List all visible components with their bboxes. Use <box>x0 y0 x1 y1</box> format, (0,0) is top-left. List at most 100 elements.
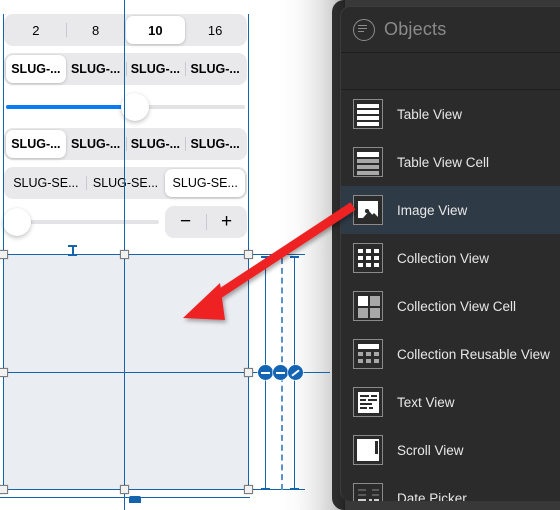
stepper-decrement-button[interactable]: − <box>165 206 206 238</box>
segment-option-2[interactable]: SLUG-... <box>125 55 186 83</box>
constraint-cap-top-outer <box>290 256 299 258</box>
selection-handle-middle-right[interactable] <box>244 368 253 377</box>
segment-option-2[interactable]: SLUG-... <box>125 130 186 158</box>
slider-knob[interactable] <box>121 93 150 121</box>
slug-segmented-control-1[interactable]: SLUG-... SLUG-... SLUG-... SLUG-... <box>4 53 247 85</box>
constraint-badge-3[interactable] <box>288 365 303 380</box>
selection-handle-middle-left[interactable] <box>0 368 8 377</box>
constraint-cap-bottom-inner <box>261 488 270 490</box>
guide-line-top-edge <box>0 254 305 255</box>
selection-handle-top-right[interactable] <box>244 250 253 259</box>
segment-option-2[interactable]: 10 <box>125 16 186 44</box>
list-item-label: Table View <box>397 106 463 122</box>
slider-knob[interactable] <box>3 208 31 236</box>
guide-line-bottom-edge <box>0 489 305 490</box>
text-view-icon <box>353 387 383 417</box>
list-item-label: Collection Reusable View <box>397 346 550 362</box>
objects-panel-header: Objects <box>341 7 560 53</box>
list-item-scroll-view[interactable]: Scroll View <box>341 426 560 474</box>
list-item-collection-view[interactable]: Collection View <box>341 234 560 282</box>
objects-library-panel[interactable]: Objects Table View Table View Cell Image… <box>332 0 560 510</box>
segment-label: SLUG-SE... <box>172 176 238 190</box>
table-view-icon <box>353 99 383 129</box>
list-item-collection-view-cell[interactable]: Collection View Cell <box>341 282 560 330</box>
table-view-cell-icon <box>353 147 383 177</box>
segment-option-0[interactable]: SLUG-... <box>6 55 66 83</box>
segment-option-3[interactable]: SLUG-... <box>185 130 245 158</box>
text-cursor-ibeam-icon <box>68 245 77 256</box>
segment-option-1[interactable]: SLUG-... <box>66 130 126 158</box>
selection-handle-top-center[interactable] <box>120 250 129 259</box>
segment-label: 16 <box>207 22 223 38</box>
segment-label: 2 <box>32 22 40 38</box>
slider-and-stepper-row: − + <box>3 206 247 238</box>
list-item-label: Text View <box>397 394 455 410</box>
stepper-plus-label: + <box>220 211 233 232</box>
selection-handle-top-left[interactable] <box>0 250 8 259</box>
list-item-date-picker[interactable]: Date Picker <box>341 474 560 501</box>
segment-label: SLUG-SE... <box>92 176 159 190</box>
segment-option-0[interactable]: SLUG-SE... <box>6 169 86 197</box>
list-item-table-view-cell[interactable]: Table View Cell <box>341 138 560 186</box>
list-item-collection-reusable-view[interactable]: Collection Reusable View <box>341 330 560 378</box>
bottom-bar-indicator <box>129 496 141 503</box>
list-item-label: Scroll View <box>397 442 464 458</box>
constraint-badge-2[interactable] <box>273 365 288 380</box>
image-view-icon <box>353 195 383 225</box>
objects-panel-search-bar[interactable] <box>341 53 560 90</box>
selection-handle-bottom-left[interactable] <box>0 485 8 494</box>
constraint-badge-1[interactable] <box>258 365 273 380</box>
selection-handle-bottom-center[interactable] <box>120 485 129 494</box>
segment-label: SLUG-... <box>11 62 61 76</box>
controls-stack: 2 8 10 16 SLUG-... SLUG-... SLUG-... SLU… <box>3 14 247 238</box>
constraint-cap-top-inner <box>261 256 270 258</box>
segment-label: SLUG-... <box>70 62 121 76</box>
list-item-text-view[interactable]: Text View <box>341 378 560 426</box>
stepper-minus-label: − <box>179 211 192 232</box>
segment-label: SLUG-SE... <box>13 176 79 190</box>
interface-builder-canvas[interactable]: 2 8 10 16 SLUG-... SLUG-... SLUG-... SLU… <box>0 0 345 510</box>
segment-option-1[interactable]: SLUG-SE... <box>85 169 166 197</box>
stepper-control[interactable]: − + <box>165 206 247 238</box>
numeric-segmented-control[interactable]: 2 8 10 16 <box>4 14 247 46</box>
segment-option-3[interactable]: 16 <box>185 16 245 44</box>
date-picker-icon <box>353 483 383 501</box>
selection-handle-bottom-right[interactable] <box>244 485 253 494</box>
collection-reusable-view-icon <box>353 339 383 369</box>
page-title: Objects <box>384 19 447 39</box>
slug-se-segmented-control[interactable]: SLUG-SE... SLUG-SE... SLUG-SE... <box>4 167 247 199</box>
segment-label: SLUG-... <box>190 137 240 151</box>
collection-view-icon <box>353 243 383 273</box>
segment-option-3[interactable]: SLUG-... <box>185 55 245 83</box>
panel-body: Objects Table View Table View Cell Image… <box>340 6 560 501</box>
guide-line-bottom-bar <box>0 497 250 498</box>
segment-label: SLUG-... <box>130 137 181 151</box>
stepper-increment-button[interactable]: + <box>206 206 247 238</box>
list-item-image-view[interactable]: Image View <box>341 186 560 234</box>
list-item-label: Collection View Cell <box>397 298 517 314</box>
segment-label: SLUG-... <box>11 137 61 151</box>
list-item-table-view[interactable]: Table View <box>341 90 560 138</box>
segment-option-2[interactable]: SLUG-SE... <box>165 169 246 197</box>
segment-option-1[interactable]: 8 <box>65 16 126 44</box>
segment-label: SLUG-... <box>190 62 240 76</box>
blue-slider[interactable] <box>4 92 247 122</box>
segment-label: 8 <box>92 22 100 38</box>
constraint-cap-bottom-outer <box>290 488 299 490</box>
filter-circle-icon[interactable] <box>353 18 375 41</box>
slug-segmented-control-2[interactable]: SLUG-... SLUG-... SLUG-... SLUG-... <box>4 128 247 160</box>
list-item-label: Collection View <box>397 250 490 266</box>
scroll-view-icon <box>353 435 383 465</box>
slider-fill <box>6 105 136 109</box>
segment-option-1[interactable]: SLUG-... <box>66 55 126 83</box>
list-item-label: Image View <box>397 202 468 218</box>
canvas-edge-shading <box>248 0 345 510</box>
segment-option-0[interactable]: 2 <box>6 16 66 44</box>
list-item-label: Table View Cell <box>397 154 490 170</box>
segment-option-0[interactable]: SLUG-... <box>6 130 66 158</box>
objects-list[interactable]: Table View Table View Cell Image View Co… <box>341 90 560 501</box>
segment-label: 10 <box>148 22 163 38</box>
segment-label: SLUG-... <box>70 137 121 151</box>
list-item-label: Date Picker <box>397 490 467 502</box>
collection-view-cell-icon <box>353 291 383 321</box>
